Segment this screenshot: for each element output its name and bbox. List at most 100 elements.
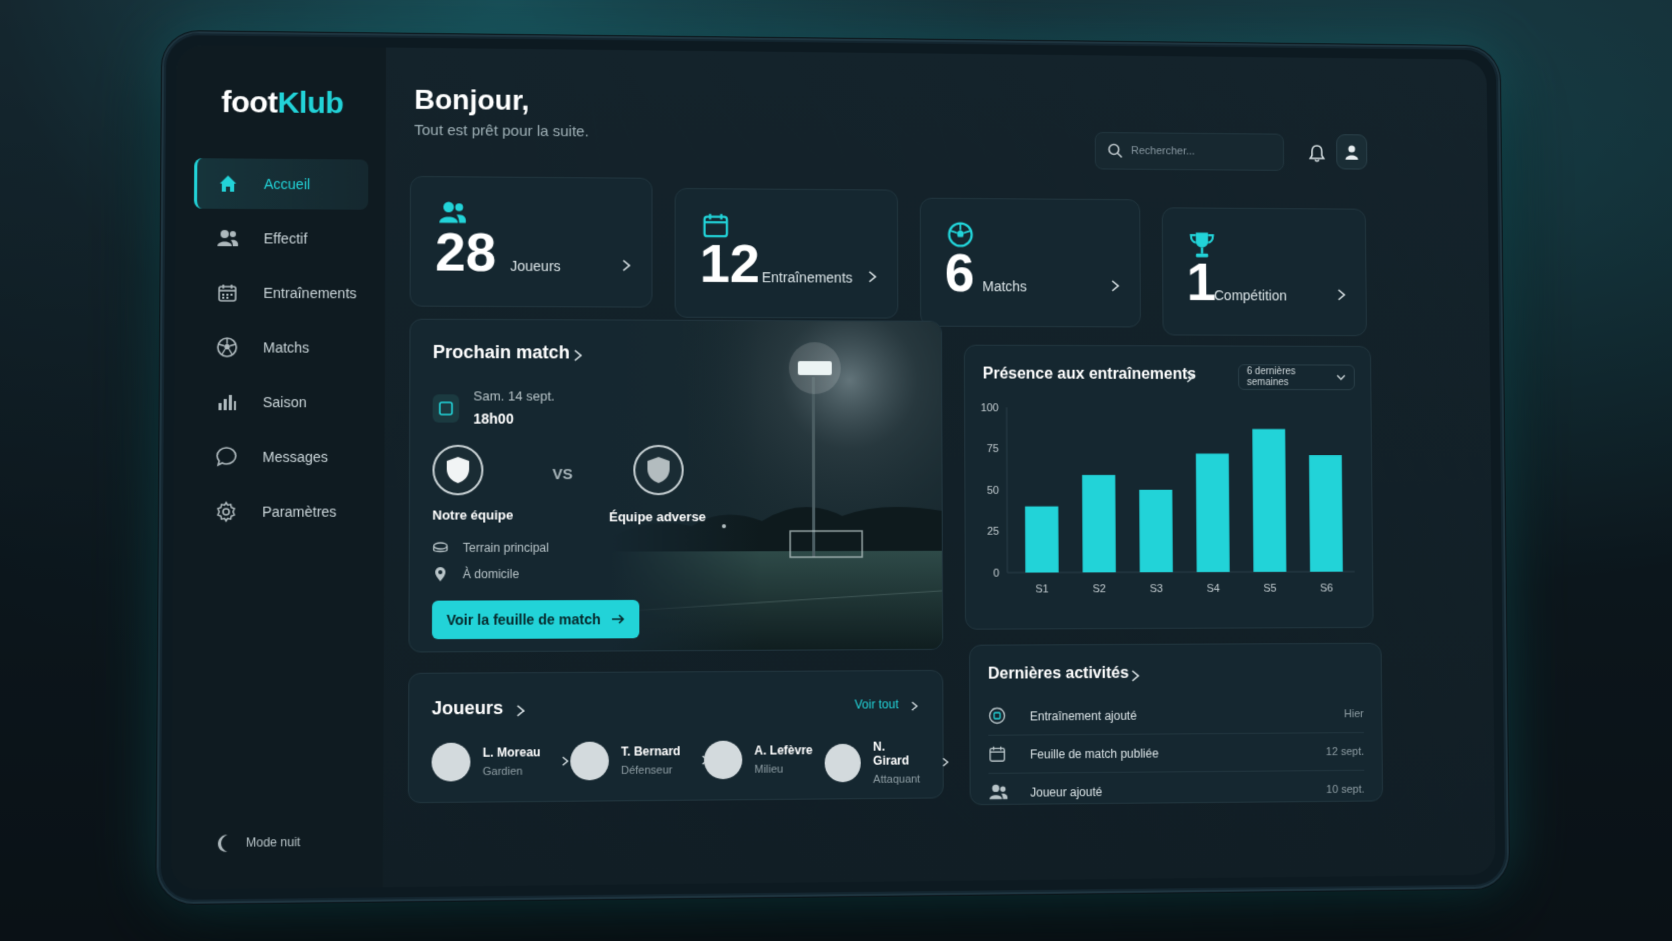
player-item[interactable]: T. Bernard Défenseur bbox=[570, 741, 708, 781]
players-title[interactable]: Joueurs bbox=[432, 698, 504, 720]
y-tick-label: 25 bbox=[987, 526, 999, 538]
night-mode-label: Mode nuit bbox=[245, 834, 301, 850]
chevron-right-icon[interactable] bbox=[573, 348, 583, 362]
x-tick-label: S1 bbox=[1035, 584, 1048, 596]
app-screen: footKlub Accueil Effectif Entraînements … bbox=[170, 45, 1496, 890]
bar-s1[interactable] bbox=[1025, 506, 1059, 573]
search-input[interactable]: Rechercher... bbox=[1094, 131, 1285, 171]
logo-text-foot: foot bbox=[221, 85, 278, 120]
next-match-card: Prochain match Sam. 14 sept. 18h00 VS No… bbox=[408, 318, 944, 653]
avatar bbox=[824, 743, 862, 783]
chevron-right-icon[interactable] bbox=[515, 704, 525, 723]
view-match-sheet-button[interactable]: Voir la feuille de match bbox=[431, 599, 640, 640]
sidebar-item-matchs[interactable]: Matchs bbox=[193, 322, 368, 373]
stat-card-competition[interactable]: 1 Compétition bbox=[1161, 207, 1367, 337]
attendance-bar-chart: 0 25 50 75 100 S1 S2 S3 S4 S5 S6 bbox=[981, 402, 1365, 596]
venue-row: Terrain principal bbox=[432, 540, 549, 556]
chevron-right-icon[interactable] bbox=[1185, 370, 1195, 389]
moon-icon bbox=[213, 831, 236, 854]
y-axis-line bbox=[1007, 407, 1008, 572]
x-tick-label: S3 bbox=[1150, 583, 1163, 595]
chevron-right-icon[interactable] bbox=[1130, 669, 1140, 688]
gear-icon bbox=[215, 501, 238, 523]
player-role: Gardien bbox=[482, 765, 523, 779]
training-icon bbox=[988, 706, 1008, 726]
stat-card-matches[interactable]: 6 Matchs bbox=[919, 197, 1141, 328]
bar-chart-icon bbox=[215, 391, 238, 413]
chevron-right-icon[interactable] bbox=[910, 699, 918, 717]
stat-card-trainings[interactable]: 12 Entraînements bbox=[674, 187, 899, 319]
sidebar-item-effectif[interactable]: Effectif bbox=[194, 213, 368, 264]
night-mode-toggle[interactable]: Mode nuit bbox=[213, 831, 301, 854]
user-icon bbox=[1345, 145, 1359, 160]
player-item[interactable]: N. Girard Attaquant bbox=[824, 739, 950, 786]
shield-icon bbox=[647, 456, 670, 484]
stat-card-players[interactable]: 28 Joueurs bbox=[409, 175, 653, 308]
search-placeholder: Rechercher... bbox=[1131, 145, 1195, 158]
activity-date: Hier bbox=[1344, 707, 1364, 720]
players-card: Joueurs Voir tout L. Moreau Gardien T. Be… bbox=[407, 669, 944, 804]
sidebar-item-entrainements[interactable]: Entraînements bbox=[193, 267, 368, 318]
app-logo[interactable]: footKlub bbox=[221, 86, 343, 121]
y-tick-label: 75 bbox=[987, 444, 999, 456]
bar-s4[interactable] bbox=[1195, 453, 1230, 573]
bell-icon[interactable] bbox=[1307, 144, 1327, 164]
stat-label: Matchs bbox=[982, 278, 1027, 295]
bar-s6[interactable] bbox=[1309, 455, 1343, 572]
sidebar-item-accueil[interactable]: Accueil bbox=[193, 158, 369, 210]
location-row: À domicile bbox=[432, 566, 519, 582]
player-name: L. Moreau bbox=[482, 745, 541, 760]
player-item[interactable]: A. Lefèvre Milieu bbox=[703, 740, 841, 780]
stadium-icon bbox=[432, 540, 448, 556]
activity-item[interactable]: Feuille de match publiée 12 sept. bbox=[988, 733, 1365, 774]
user-avatar-button[interactable] bbox=[1336, 134, 1368, 170]
player-name: N. Girard bbox=[873, 739, 910, 768]
next-match-title[interactable]: Prochain match bbox=[433, 342, 570, 364]
chevron-right-icon bbox=[867, 270, 877, 284]
sidebar-nav: Accueil Effectif Entraînements Matchs Sa… bbox=[192, 158, 369, 541]
stat-value: 12 bbox=[699, 233, 760, 295]
tablet-frame: footKlub Accueil Effectif Entraînements … bbox=[156, 30, 1510, 905]
venue-text: Terrain principal bbox=[462, 540, 549, 555]
chevron-right-icon bbox=[561, 755, 569, 767]
versus-label: VS bbox=[552, 466, 573, 484]
y-tick-label: 50 bbox=[987, 485, 999, 497]
stat-label: Compétition bbox=[1214, 287, 1287, 304]
player-item[interactable]: L. Moreau Gardien bbox=[431, 742, 569, 782]
sidebar-item-label: Entraînements bbox=[263, 284, 357, 302]
stat-label: Joueurs bbox=[510, 257, 561, 275]
see-all-link[interactable]: Voir tout bbox=[855, 697, 899, 711]
calendar-icon bbox=[988, 744, 1008, 764]
avatar bbox=[431, 742, 471, 782]
user-add-icon bbox=[988, 783, 1008, 803]
period-select-value: 6 dernières semaines bbox=[1246, 366, 1296, 389]
stat-value: 1 bbox=[1186, 252, 1217, 312]
stat-label: Entraînements bbox=[761, 269, 853, 286]
period-select[interactable]: 6 dernières semaines bbox=[1238, 364, 1355, 391]
activity-item[interactable]: Entraînement ajouté Hier bbox=[988, 695, 1364, 736]
player-role: Milieu bbox=[754, 763, 784, 776]
bar-s3[interactable] bbox=[1139, 489, 1173, 573]
x-axis-line bbox=[1007, 572, 1354, 573]
x-tick-label: S5 bbox=[1263, 583, 1276, 595]
home-team-badge bbox=[432, 444, 484, 496]
x-tick-label: S6 bbox=[1320, 583, 1333, 595]
activity-text: Entraînement ajouté bbox=[1029, 708, 1137, 723]
activity-title[interactable]: Dernières activités bbox=[988, 665, 1129, 684]
player-role: Défenseur bbox=[621, 764, 673, 777]
sidebar-item-parametres[interactable]: Paramètres bbox=[192, 486, 367, 537]
sidebar-item-messages[interactable]: Messages bbox=[192, 431, 367, 482]
sidebar-item-label: Matchs bbox=[263, 339, 310, 356]
chevron-right-icon bbox=[1337, 288, 1347, 302]
bar-s5[interactable] bbox=[1252, 429, 1287, 572]
x-tick-label: S2 bbox=[1093, 583, 1106, 595]
sidebar-item-saison[interactable]: Saison bbox=[193, 377, 368, 428]
users-icon bbox=[216, 227, 239, 249]
bar-s2[interactable] bbox=[1082, 474, 1116, 573]
calendar-icon bbox=[216, 282, 239, 304]
y-tick-label: 0 bbox=[993, 568, 999, 580]
attendance-title[interactable]: Présence aux entraînements bbox=[983, 366, 1196, 384]
activity-item[interactable]: Joueur ajouté 10 sept. bbox=[988, 771, 1365, 812]
home-icon bbox=[217, 172, 240, 194]
chevron-right-icon bbox=[1110, 279, 1120, 293]
